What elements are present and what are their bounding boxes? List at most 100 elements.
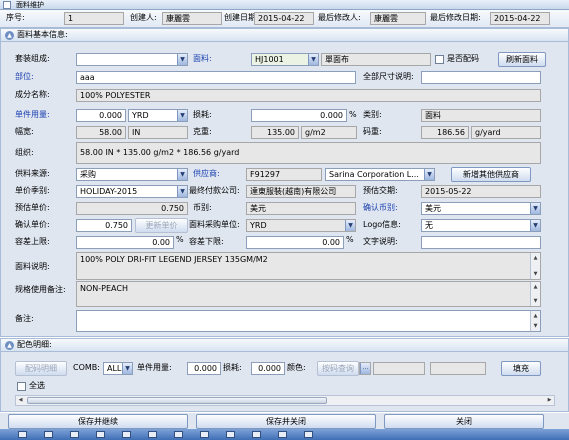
select-all-label: 全选 (29, 381, 45, 390)
fabric-label: 面料: (193, 54, 212, 63)
taskbar-app-icon[interactable] (70, 431, 79, 438)
taskbar-app-icon[interactable] (200, 431, 209, 438)
collapse-icon[interactable]: ▲ (5, 341, 14, 350)
tol-lower-label: 容差下限: (189, 237, 224, 246)
scroll-right-icon[interactable]: ▶ (545, 396, 554, 405)
confirm-price-field[interactable]: 0.750 (76, 219, 132, 232)
price-season-select[interactable]: HOLIDAY-2015 ▼ (76, 185, 188, 198)
select-all-checkbox[interactable] (17, 382, 26, 391)
chevron-down-icon[interactable]: ▼ (122, 363, 132, 374)
chevron-down-icon[interactable]: ▼ (177, 110, 187, 121)
basic-info-header[interactable]: ▲ 面料基本信息: (1, 29, 568, 42)
composition-label: 成分名称: (15, 90, 50, 99)
scroll-up-icon[interactable]: ▲ (531, 282, 540, 292)
vertical-scrollbar[interactable]: ▲ ▼ (530, 311, 540, 331)
ellipsis-icon[interactable]: … (360, 363, 370, 374)
created-date-field: 2015-04-22 (254, 12, 314, 25)
taskbar-app-icon[interactable] (18, 431, 27, 438)
confirm-currency-select[interactable]: 美元 ▼ (421, 202, 541, 215)
close-button[interactable]: 关闭 (384, 414, 544, 429)
taskbar-app-icon[interactable] (226, 431, 235, 438)
horizontal-scrollbar[interactable]: ◀ ▶ (15, 395, 555, 406)
color-loss-field[interactable]: 0.000 (251, 362, 285, 375)
taskbar-app-icon[interactable] (44, 431, 53, 438)
add-supplier-button[interactable]: 新增其他供应商 (451, 167, 531, 182)
color-more-button[interactable]: … (359, 362, 371, 375)
color-detail-header[interactable]: ▲ 配色明细: (1, 339, 568, 352)
price-season-label: 单价季别: (15, 186, 50, 195)
purchase-unit-select[interactable]: YRD ▼ (246, 219, 356, 232)
tol-upper-field[interactable]: 0.00 (76, 236, 174, 249)
fabric-code-select[interactable]: HJ1001 ▼ (251, 53, 319, 66)
unit-usage-unit-select[interactable]: YRD ▼ (128, 109, 188, 122)
taskbar-app-icon[interactable] (174, 431, 183, 438)
save-continue-button[interactable]: 保存并继续 (8, 414, 188, 429)
color-detail-title: 配色明细: (17, 340, 52, 349)
taskbar-app-icon[interactable] (122, 431, 131, 438)
scroll-down-icon[interactable]: ▼ (531, 269, 540, 279)
chevron-down-icon[interactable]: ▼ (177, 54, 187, 65)
set-label: 套装组成: (15, 54, 50, 63)
color-unit-usage-field[interactable]: 0.000 (187, 362, 221, 375)
fill-button[interactable]: 填充 (501, 361, 541, 376)
set-select[interactable]: ▼ (76, 53, 188, 66)
color-label: 颜色: (287, 363, 306, 372)
update-price-button[interactable]: 更新单价 (135, 218, 188, 233)
taskbar-app-icon[interactable] (96, 431, 105, 438)
modified-date-field: 2015-04-22 (490, 12, 550, 25)
chevron-down-icon[interactable]: ▼ (530, 220, 540, 231)
yard-weight-label: 码重: (363, 127, 382, 136)
vertical-scrollbar[interactable]: ▲ ▼ (530, 253, 540, 279)
confirm-currency-label: 确认币别: (363, 203, 398, 212)
all-size-field[interactable] (421, 71, 541, 84)
tol-lower-field[interactable]: 0.00 (246, 236, 344, 249)
chevron-down-icon[interactable]: ▼ (345, 220, 355, 231)
scroll-up-icon[interactable]: ▲ (531, 311, 540, 321)
footer-bar: 保存并继续 保存并关闭 关闭 (0, 413, 569, 429)
part-field[interactable]: aaa (76, 71, 356, 84)
loss-field[interactable]: 0.000 (251, 109, 347, 122)
is-match-label: 是否配码 (447, 54, 479, 63)
creator-field: 康麗雲 (162, 12, 222, 25)
chevron-down-icon[interactable]: ▼ (177, 169, 187, 180)
taskbar-app-icon[interactable] (252, 431, 261, 438)
scroll-down-icon[interactable]: ▼ (531, 321, 540, 331)
remark-field[interactable]: ▲ ▼ (76, 310, 541, 332)
supplier-name-select[interactable]: Sarina Corporation L... ▼ (325, 168, 435, 181)
modified-date-label: 最后修改日期: (430, 13, 481, 22)
seq-field: 1 (64, 12, 124, 25)
part-label: 部位: (15, 72, 34, 81)
color-search-button[interactable]: 按码查询 (317, 361, 359, 376)
taskbar-app-icon[interactable] (148, 431, 157, 438)
collapse-icon[interactable]: ▲ (5, 31, 14, 40)
color-field-2 (430, 362, 486, 375)
composition-field: 100% POLYESTER (76, 89, 541, 102)
vertical-scrollbar[interactable]: ▲ ▼ (530, 282, 540, 306)
logo-select[interactable]: 无 ▼ (421, 219, 541, 232)
tol-lower-unit: % (346, 235, 354, 244)
scroll-thumb[interactable] (27, 397, 327, 404)
size-detail-button[interactable]: 配码明细 (15, 361, 67, 376)
window-title: 面料维护 (16, 1, 44, 9)
unit-usage-field[interactable]: 0.000 (76, 109, 126, 122)
chevron-down-icon[interactable]: ▼ (424, 169, 434, 180)
chevron-down-icon[interactable]: ▼ (308, 54, 318, 65)
save-close-button[interactable]: 保存并关闭 (196, 414, 376, 429)
supply-source-select[interactable]: 采购 ▼ (76, 168, 188, 181)
text-desc-field[interactable] (421, 236, 541, 249)
supply-source-label: 供料来源: (15, 169, 50, 178)
seq-label: 序号: (6, 13, 25, 22)
chevron-down-icon[interactable]: ▼ (177, 186, 187, 197)
chevron-down-icon[interactable]: ▼ (530, 203, 540, 214)
refresh-fabric-button[interactable]: 刷新面料 (498, 52, 546, 67)
is-match-checkbox[interactable] (435, 55, 444, 64)
scroll-up-icon[interactable]: ▲ (531, 253, 540, 263)
spec-note-field: NON-PEACH ▲ ▼ (76, 281, 541, 307)
taskbar-app-icon[interactable] (304, 431, 313, 438)
taskbar-app-icon[interactable] (278, 431, 287, 438)
scroll-left-icon[interactable]: ◀ (16, 396, 25, 405)
title-bar: 面料维护 (0, 0, 569, 10)
basic-info-title: 面料基本信息: (17, 30, 68, 39)
scroll-down-icon[interactable]: ▼ (531, 296, 540, 306)
comb-select[interactable]: ALL ▼ (103, 362, 133, 375)
